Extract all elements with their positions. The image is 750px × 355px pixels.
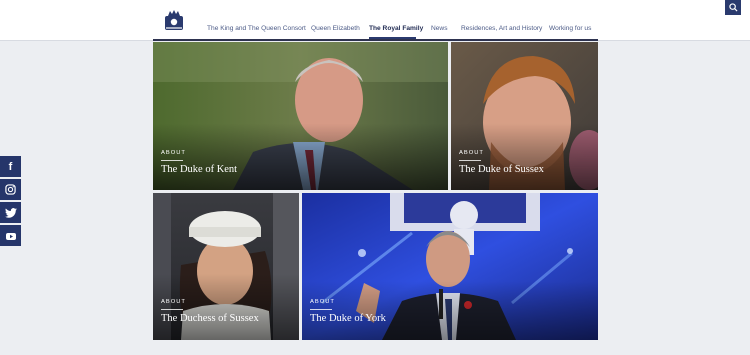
header-bar: The King and The Queen Consort Queen Eli… xyxy=(153,0,741,41)
site-header: The King and The Queen Consort Queen Eli… xyxy=(0,0,750,41)
kicker-divider xyxy=(161,309,183,310)
tile-kicker: ABOUT xyxy=(310,299,335,305)
tile-duke-of-sussex[interactable]: ABOUT The Duke of Sussex xyxy=(451,42,598,190)
tile-title[interactable]: The Duke of York xyxy=(310,313,386,324)
tile-title[interactable]: The Duke of Sussex xyxy=(459,164,544,175)
instagram-icon xyxy=(5,184,16,195)
youtube-icon xyxy=(5,232,16,240)
twitter-icon xyxy=(4,207,17,218)
tile-duke-of-york[interactable]: ABOUT The Duke of York xyxy=(302,193,598,340)
tile-kicker: ABOUT xyxy=(161,150,186,156)
nav-news[interactable]: News xyxy=(431,25,448,32)
tile-kicker: ABOUT xyxy=(161,299,186,305)
kicker-divider xyxy=(310,309,332,310)
nav-residences-art-history[interactable]: Residences, Art and History xyxy=(461,25,542,32)
royal-crest-icon[interactable] xyxy=(161,7,187,33)
youtube-button[interactable] xyxy=(0,225,21,246)
search-button[interactable] xyxy=(725,0,741,15)
facebook-icon: f xyxy=(8,160,13,173)
search-icon xyxy=(728,3,738,12)
instagram-button[interactable] xyxy=(0,179,21,200)
kicker-divider xyxy=(459,160,481,161)
nav-royal-family[interactable]: The Royal Family xyxy=(369,25,423,32)
tile-duke-of-kent[interactable]: ABOUT The Duke of Kent xyxy=(153,42,448,190)
facebook-button[interactable]: f xyxy=(0,156,21,177)
tile-title[interactable]: The Duchess of Sussex xyxy=(161,313,259,324)
kicker-divider xyxy=(161,160,183,161)
tile-kicker: ABOUT xyxy=(459,150,484,156)
tile-title[interactable]: The Duke of Kent xyxy=(161,164,237,175)
active-nav-indicator xyxy=(369,37,416,39)
tile-duchess-of-sussex[interactable]: ABOUT The Duchess of Sussex xyxy=(153,193,299,340)
nav-working-for-us[interactable]: Working for us xyxy=(549,25,591,32)
twitter-button[interactable] xyxy=(0,202,21,223)
nav-king-queen-consort[interactable]: The King and The Queen Consort xyxy=(207,25,306,32)
nav-queen-elizabeth[interactable]: Queen Elizabeth xyxy=(311,25,360,32)
